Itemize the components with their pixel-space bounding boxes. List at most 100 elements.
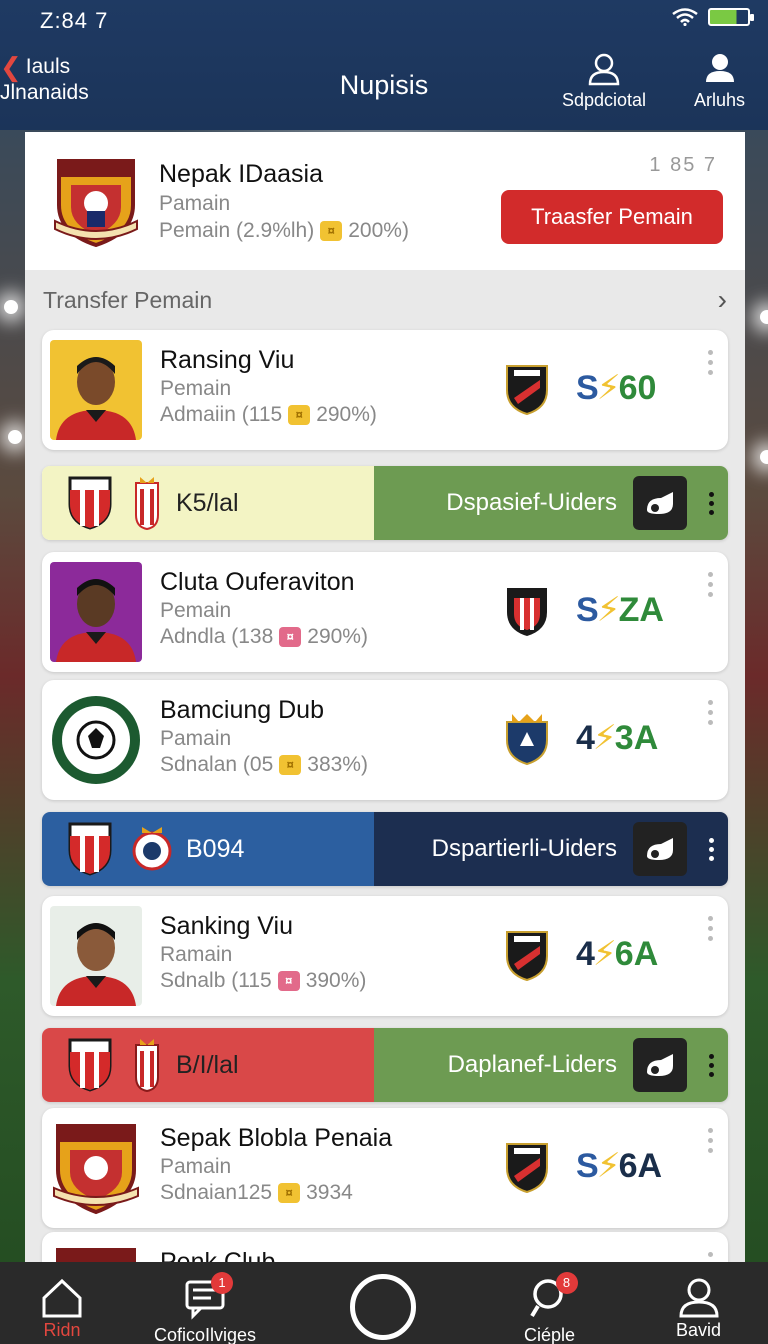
player-name: Ransing Viu [160, 346, 295, 374]
nav-home-label: Ridn [43, 1320, 81, 1340]
club-shield-icon [68, 1038, 112, 1092]
player-pct: 290%) [316, 403, 377, 426]
club-code: B/I/lal [176, 1050, 239, 1079]
center-action-button[interactable] [350, 1274, 416, 1340]
club-count: 1 85 7 [649, 154, 717, 176]
player-name: Bamciung Dub [160, 696, 324, 724]
header-action-account[interactable]: Arluhs [694, 52, 745, 111]
player-value: S ⚡ 6A [576, 1146, 663, 1186]
club-shield-icon [506, 714, 548, 766]
status-time: Z:84 7 [40, 8, 109, 33]
player-card[interactable]: Sepak Blobla Penaia Pamain Sdnaian125 ¤ … [42, 1108, 728, 1228]
chevron-right-icon: › [717, 284, 727, 315]
club-crest-icon [50, 1118, 142, 1218]
header-action-profile-label: Sdpdciotal [562, 90, 647, 110]
whistle-icon[interactable] [633, 476, 687, 530]
nav-profile-label: Bavid [676, 1320, 722, 1340]
messages-badge: 1 [211, 1272, 234, 1294]
user-outline-icon [588, 53, 620, 86]
player-value: S ⚡ ZA [576, 590, 664, 630]
club-meta-left: Pemain (2.9%lh) [159, 218, 315, 242]
coin-icon: ¤ [288, 405, 311, 425]
player-pct: 383%) [307, 753, 368, 776]
club-summary-card: Nepak IDaasia Pamain Pemain (2.9%lh) ¤ 2… [25, 132, 745, 270]
player-card[interactable]: Sanking Viu Ramain Sdnalb (115 ¤ 390%) 4… [42, 896, 728, 1016]
more-options-icon[interactable] [709, 1053, 714, 1077]
bolt-icon: ⚡ [592, 935, 617, 973]
coin-icon: ¤ [277, 971, 300, 991]
coin-icon: ¤ [279, 627, 302, 647]
player-pct: 290%) [307, 625, 368, 648]
nav-home[interactable]: Ridn [40, 1276, 84, 1341]
app-header: Z:84 7 ❮ Iauls Jlnanaids Nupisis Sdpdcio… [0, 0, 768, 130]
club-name: Nepak IDaasia [159, 159, 323, 188]
status-icons [672, 8, 754, 26]
player-pct: 390%) [305, 969, 367, 992]
player-meta: Sdnaian125 [160, 1181, 273, 1204]
player-value: 4 ⚡ 6A [576, 934, 659, 974]
nav-messages-label: CoficoIlviges [154, 1325, 257, 1344]
player-card[interactable]: Ransing Viu Pemain Admaiin (115 ¤ 290%) … [42, 330, 728, 450]
section-title: Transfer Pemain [43, 286, 213, 313]
section-header[interactable]: Transfer Pemain › [25, 270, 745, 330]
player-name: Cluta Ouferaviton [160, 568, 355, 596]
player-role: Pemain [160, 599, 232, 622]
user-filled-icon [705, 54, 734, 82]
club-shield-icon [506, 931, 548, 982]
club-sub: Pamain [159, 191, 231, 215]
transfer-player-button[interactable]: Traasfer Pemain [501, 190, 723, 244]
player-meta: Sdnalan (05 [160, 753, 274, 776]
club-row-label: Daplanef-Liders [447, 1051, 617, 1078]
header-action-profile[interactable]: Sdpdciotal [562, 52, 646, 111]
club-crest-icon [132, 827, 172, 871]
player-value: S ⚡ 60 [576, 368, 657, 408]
club-row-label: Dspartierli-Uiders [431, 835, 617, 862]
player-role: Ramain [160, 943, 233, 966]
transfer-list: Transfer Pemain › Ransing Viu Pemain Adm… [25, 270, 745, 1344]
battery-icon [708, 8, 754, 26]
player-portrait [50, 340, 142, 440]
more-options-icon[interactable] [709, 491, 714, 515]
player-role: Pamain [160, 727, 232, 750]
more-options-icon[interactable] [708, 700, 714, 725]
home-icon [42, 1278, 82, 1318]
player-portrait [50, 562, 142, 662]
club-crest-icon [135, 1039, 159, 1093]
player-card[interactable]: Bamciung Dub Pamain Sdnalan (05 ¤ 383%) … [42, 680, 728, 800]
page-title: Nupisis [339, 70, 429, 100]
club-code: K5/lal [176, 488, 239, 517]
club-crest-icon [54, 159, 138, 247]
more-options-icon[interactable] [708, 1128, 714, 1153]
nav-profile[interactable]: Bavid [676, 1276, 721, 1341]
coin-icon: ¤ [279, 755, 302, 775]
player-name: Sanking Viu [160, 912, 293, 940]
nav-search-label: Ciéple [524, 1325, 576, 1344]
player-name: Sepak Blobla Penaia [160, 1124, 393, 1152]
player-meta: Adndla (138 [160, 625, 274, 648]
club-shield-icon [506, 1143, 548, 1194]
more-options-icon[interactable] [708, 916, 714, 941]
nav-messages[interactable]: 1 CoficoIlviges [154, 1272, 257, 1344]
wifi-icon [672, 8, 698, 26]
club-row[interactable]: B/I/lal Daplanef-Liders [42, 1028, 728, 1102]
club-shield-icon [506, 365, 548, 416]
club-meta-right: 200%) [348, 218, 409, 242]
nav-search[interactable]: 8 Ciéple [524, 1272, 578, 1344]
player-card[interactable]: Cluta Ouferaviton Pemain Adndla (138 ¤ 2… [42, 552, 728, 672]
club-row[interactable]: B094 Dspartierli-Uiders [42, 812, 728, 886]
whistle-icon[interactable] [633, 822, 687, 876]
bolt-icon: ⚡ [596, 1147, 621, 1185]
header-action-account-label: Arluhs [694, 90, 746, 110]
more-options-icon[interactable] [709, 837, 714, 861]
club-row[interactable]: K5/lal Dspasief-Uiders [42, 466, 728, 540]
player-role: Pemain [160, 377, 232, 400]
more-options-icon[interactable] [708, 572, 714, 597]
player-portrait [50, 906, 142, 1006]
more-options-icon[interactable] [708, 350, 714, 375]
player-role: Pamain [160, 1155, 232, 1178]
club-meta: Pemain (2.9%lh) ¤ 200%) [159, 219, 409, 243]
whistle-icon[interactable] [633, 1038, 687, 1092]
club-shield-icon [68, 476, 112, 530]
club-badge-icon [50, 690, 142, 790]
player-meta: Admaiin (115 [160, 403, 283, 426]
